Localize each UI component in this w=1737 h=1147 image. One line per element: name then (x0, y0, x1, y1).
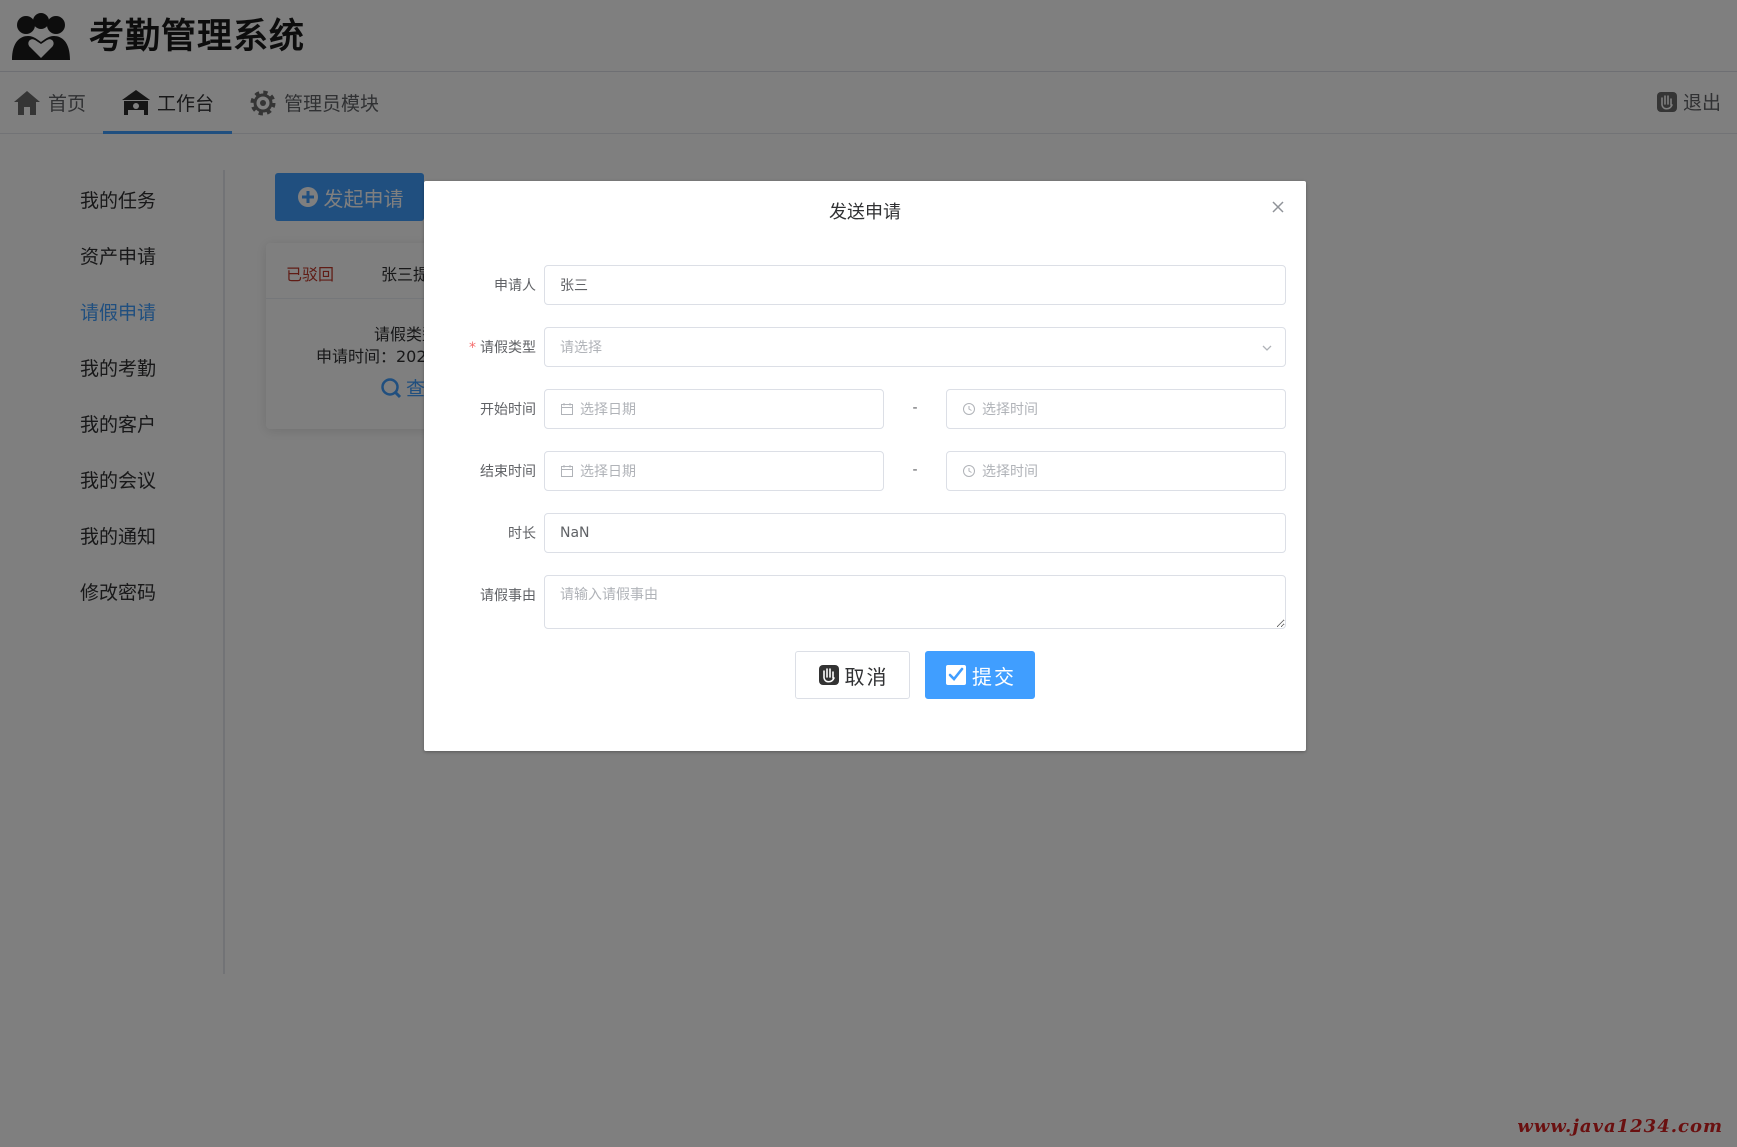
start-date-picker[interactable]: 选择日期 (544, 389, 884, 429)
cancel-button[interactable]: 取消 (795, 651, 910, 699)
end-time-placeholder: 选择时间 (982, 464, 1038, 480)
end-time-label: 结束时间 (480, 464, 536, 480)
start-time-placeholder: 选择时间 (982, 402, 1038, 418)
reason-label: 请假事由 (480, 588, 536, 604)
submit-button[interactable]: 提交 (925, 651, 1035, 699)
send-request-dialog: 发送申请 申请人 张三 * 请假类型 请选择 开始时间 选择日期 - 选择时间 结… (424, 181, 1306, 751)
applicant-input[interactable]: 张三 (544, 265, 1286, 305)
start-range-separator: - (912, 400, 918, 416)
calendar-icon (561, 465, 573, 477)
clock-icon (963, 403, 975, 415)
calendar-icon (561, 403, 573, 415)
clock-icon (963, 465, 975, 477)
applicant-value: 张三 (560, 278, 588, 294)
hand-icon (818, 665, 839, 685)
start-time-label: 开始时间 (480, 402, 536, 418)
end-date-picker[interactable]: 选择日期 (544, 451, 884, 491)
required-asterisk: * (469, 340, 476, 356)
leave-type-select[interactable]: 请选择 (544, 327, 1286, 367)
end-date-placeholder: 选择日期 (580, 464, 636, 480)
reason-textarea[interactable] (544, 575, 1286, 629)
dialog-title: 发送申请 (829, 202, 901, 223)
submit-label: 提交 (972, 664, 1016, 689)
duration-label: 时长 (508, 526, 536, 542)
duration-input[interactable]: NaN (544, 513, 1286, 553)
leave-type-label-text: 请假类型 (480, 340, 536, 356)
start-time-picker[interactable]: 选择时间 (946, 389, 1286, 429)
start-date-placeholder: 选择日期 (580, 402, 636, 418)
dialog-close-button[interactable] (1270, 199, 1286, 215)
leave-type-label: * 请假类型 (426, 338, 536, 358)
end-range-separator: - (912, 462, 918, 478)
chevron-down-icon (1262, 345, 1272, 351)
close-icon (1272, 201, 1284, 213)
checkbox-checked-icon (946, 665, 966, 685)
end-time-picker[interactable]: 选择时间 (946, 451, 1286, 491)
applicant-label: 申请人 (494, 278, 536, 294)
duration-value: NaN (560, 525, 590, 541)
leave-type-placeholder: 请选择 (560, 340, 602, 356)
cancel-label: 取消 (844, 664, 889, 689)
